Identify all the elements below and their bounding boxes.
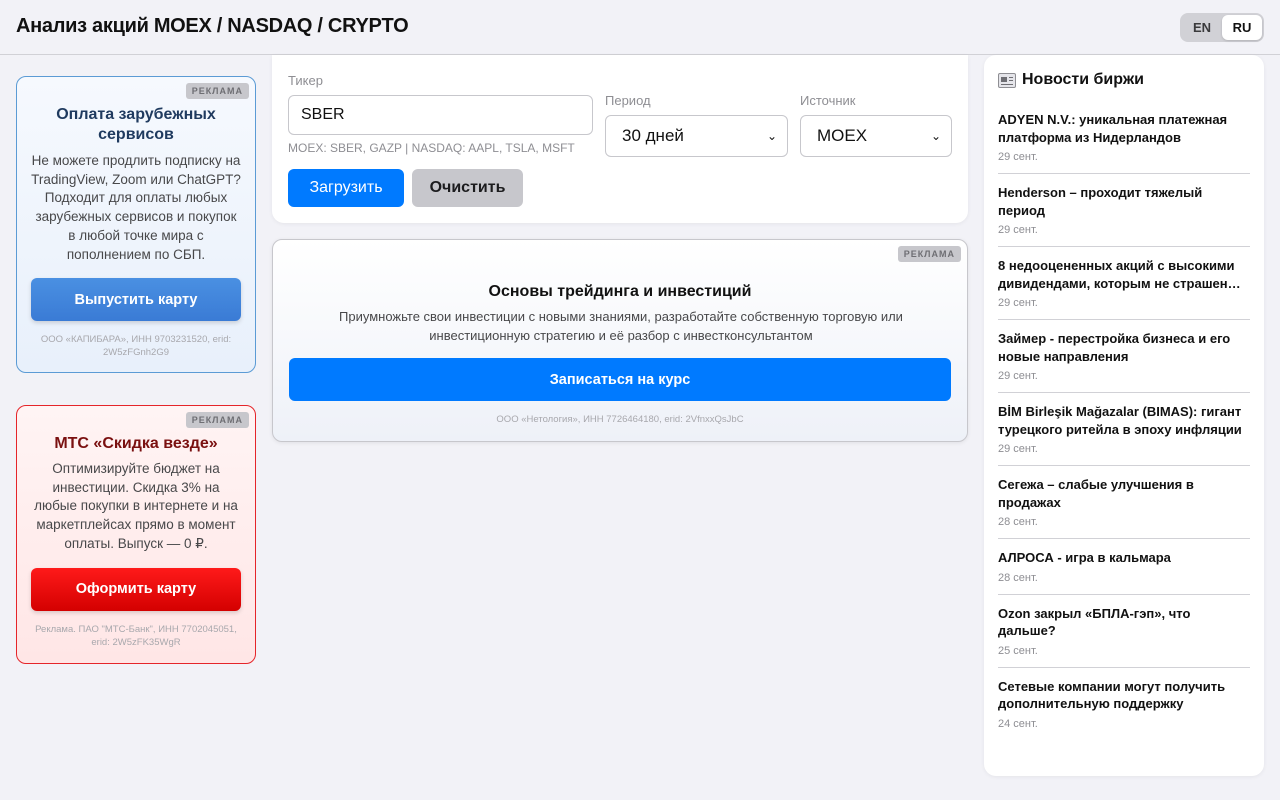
source-label: Источник [800,93,856,108]
news-item[interactable]: 8 недооцененных акций с высокими дивиден… [998,257,1250,320]
load-button[interactable]: Загрузить [288,169,404,207]
news-date: 29 сент. [998,224,1038,236]
issue-card-button[interactable]: Выпустить карту [31,278,241,322]
source-select[interactable]: MOEX ⌄ [800,115,952,157]
ad-title: МТС «Скидка везде» [54,435,218,452]
news-header: Новости биржи [998,71,1144,89]
news-title[interactable]: Henderson – проходит тяжелый период [998,184,1250,219]
period-select[interactable]: 30 дней ⌄ [605,115,788,157]
news-item[interactable]: АЛРОСА - игра в кальмара 28 сент. [998,549,1250,595]
news-date: 28 сент. [998,571,1038,584]
ad-card-mts-discount: РЕКЛАМА МТС «Скидка везде» Оптимизируйте… [16,405,256,664]
ad-title: Оплата зарубежных сервисов [56,106,216,143]
stock-search-form: Тикер MOEX: SBER, GAZP | NASDAQ: AAPL, T… [272,55,968,223]
news-item[interactable]: Сетевые компании могут получить дополнит… [998,678,1250,740]
period-select-value: 30 дней [622,126,684,145]
ad-legal-text: ООО «Нетология», ИНН 7726464180, erid: 2… [496,414,744,425]
ad-legal-text: Реклама. ПАО "МТС-Банк", ИНН 7702045051,… [35,623,237,648]
ad-badge: РЕКЛАМА [897,246,961,262]
news-date: 24 сент. [998,717,1038,730]
news-title[interactable]: Сегежа – слабые улучшения в продажах [998,476,1250,511]
news-date: 25 сент. [998,644,1038,657]
ticker-label: Тикер [288,73,323,88]
news-title[interactable]: ADYEN N.V.: уникальная платежная платфор… [998,111,1250,146]
ad-card-trading-course: РЕКЛАМА Основы трейдинга и инвестиций Пр… [272,239,968,442]
app-title: Анализ акций MOEX / NASDAQ / CRYPTO [16,15,409,37]
order-card-button[interactable]: Оформить карту [31,567,241,611]
ticker-hint: MOEX: SBER, GAZP | NASDAQ: AAPL, TSLA, M… [288,141,575,155]
news-date: 29 сент. [998,297,1038,309]
lang-ru-button[interactable]: RU [1222,15,1262,40]
news-item[interactable]: BİM Birleşik Mağazalar (BIMAS): гигант т… [998,403,1250,466]
source-select-value: MOEX [817,126,868,145]
language-switch: EN RU [1180,13,1264,42]
ad-card-foreign-payments: РЕКЛАМА Оплата зарубежных сервисов Не мо… [16,76,256,373]
news-date: 29 сент. [998,443,1038,455]
ticker-input[interactable] [288,95,593,135]
lang-en-button[interactable]: EN [1182,15,1222,40]
news-item[interactable]: Займер - перестройка бизнеса и его новые… [998,330,1250,393]
news-panel: Новости биржи ADYEN N.V.: уникальная пла… [984,55,1264,776]
clear-button[interactable]: Очистить [412,169,523,207]
news-item[interactable]: Сегежа – слабые улучшения в продажах 28 … [998,476,1250,539]
news-date: 29 сент. [998,370,1038,382]
news-date: 29 сент. [998,151,1038,163]
news-title[interactable]: Займер - перестройка бизнеса и его новые… [998,330,1250,365]
news-item[interactable]: ADYEN N.V.: уникальная платежная платфор… [998,111,1250,174]
news-title[interactable]: Ozon закрыл «БПЛА-гэп», что дальше? [998,605,1250,640]
news-header-label: Новости биржи [1022,71,1144,88]
ad-badge: РЕКЛАМА [185,412,249,428]
news-title[interactable]: АЛРОСА - игра в кальмара [998,549,1250,567]
ad-text: Приумножьте свои инвестиции с новыми зна… [339,309,903,343]
ad-text: Не можете продлить подписку на TradingVi… [31,153,241,262]
ad-legal-text: ООО «КАПИБАРА», ИНН 9703231520, erid: 2W… [40,334,232,359]
chevron-down-icon: ⌄ [930,129,941,143]
top-bar: Анализ акций MOEX / NASDAQ / CRYPTO EN R… [0,0,1280,55]
news-date: 28 сент. [998,516,1038,528]
news-title[interactable]: BİM Birleşik Mağazalar (BIMAS): гигант т… [998,403,1250,438]
chevron-down-icon: ⌄ [766,129,777,143]
news-title[interactable]: 8 недооцененных акций с высокими дивиден… [998,257,1250,292]
news-list: ADYEN N.V.: уникальная платежная платфор… [998,111,1250,750]
news-item[interactable]: Ozon закрыл «БПЛА-гэп», что дальше? 25 с… [998,605,1250,668]
newspaper-icon [998,72,1016,88]
news-item[interactable]: Henderson – проходит тяжелый период 29 с… [998,184,1250,247]
period-label: Период [605,93,651,108]
ad-text: Оптимизируйте бюджет на инвестиции. Скид… [34,461,238,551]
ad-title: Основы трейдинга и инвестиций [488,283,752,300]
news-title[interactable]: Сетевые компании могут получить дополнит… [998,678,1250,713]
enroll-course-button[interactable]: Записаться на курс [289,358,951,401]
ad-badge: РЕКЛАМА [185,83,249,99]
